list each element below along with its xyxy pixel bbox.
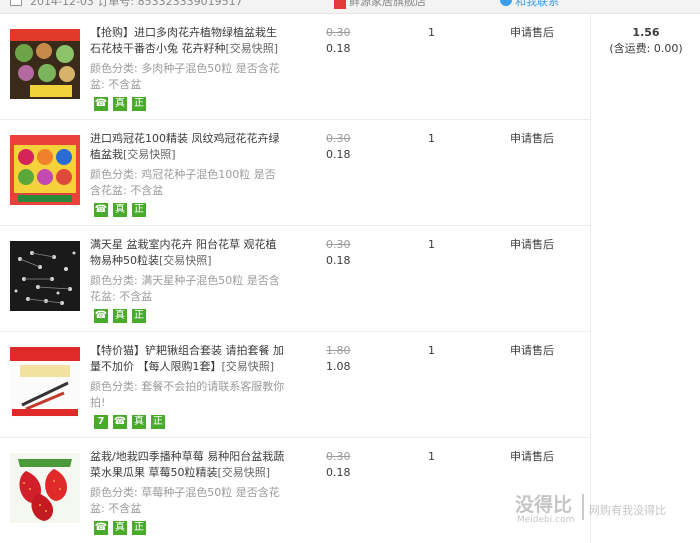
product-title[interactable]: 【抢购】进口多肉花卉植物绿植盆栽生石花枝干番杏小兔 花卉籽种[交易快照] [90, 25, 285, 57]
after-sale-link[interactable]: 申请售后 [510, 25, 554, 41]
contact-seller-link[interactable]: 和我联系 [515, 0, 559, 9]
product-title[interactable]: 进口鸡冠花100精装 凤纹鸡冠花花卉绿植盆栽[交易快照] [90, 131, 285, 163]
snapshot-link[interactable]: [交易快照] [159, 254, 212, 267]
product-title-text[interactable]: 进口鸡冠花100精装 凤纹鸡冠花花卉绿植盆栽 [90, 132, 280, 161]
strawberry-seeds-image[interactable] [10, 453, 80, 523]
order-items-list: 【抢购】进口多肉花卉植物绿植盆栽生石花枝干番杏小兔 花卉籽种[交易快照] 颜色分… [0, 14, 590, 543]
after-sale-link[interactable]: 申请售后 [510, 343, 554, 359]
unit-price: 0.18 [326, 148, 351, 161]
product-attribute: 颜色分类: 草莓种子混色50粒 是否含花盆: 不含盆 [90, 486, 280, 515]
snapshot-link[interactable]: [交易快照] [218, 466, 271, 479]
unit-price: 0.18 [326, 42, 351, 55]
quantity: 1 [428, 344, 435, 357]
order-item-row: 盆栽/地栽四季播种草莓 易种阳台盆栽蔬菜水果瓜果 草莓50粒精装[交易快照] 颜… [0, 438, 590, 543]
order-item-row: 进口鸡冠花100精装 凤纹鸡冠花花卉绿植盆栽[交易快照] 颜色分类: 鸡冠花种子… [0, 120, 590, 226]
quantity: 1 [428, 450, 435, 463]
unit-price: 1.08 [326, 360, 351, 373]
service-icons: ☎ 真正 [94, 203, 151, 217]
snapshot-link[interactable]: [交易快照] [222, 360, 275, 373]
genuine-icon: 真 [113, 203, 127, 217]
celosia-seeds-image[interactable] [10, 135, 80, 205]
authentic-icon: 正 [132, 203, 146, 217]
original-price: 1.80 [326, 344, 351, 357]
service-icons: ☎ 真正 [94, 309, 151, 323]
after-sale-link[interactable]: 申请售后 [510, 131, 554, 147]
garden-tool-set-image[interactable] [10, 347, 80, 417]
phone-service-icon: ☎ [94, 97, 108, 111]
authentic-icon: 正 [132, 521, 146, 535]
order-item-row: 满天星 盆栽室内花卉 阳台花草 观花植物易种50粒装[交易快照] 颜色分类: 满… [0, 226, 590, 332]
genuine-icon: 真 [113, 97, 127, 111]
phone-service-icon: ☎ [113, 415, 127, 429]
succulent-seeds-image[interactable] [10, 29, 80, 99]
original-price: 0.30 [326, 26, 351, 39]
order-total-column: 1.56 (含运费: 0.00) [590, 14, 700, 543]
phone-service-icon: ☎ [94, 203, 108, 217]
product-title[interactable]: 盆栽/地栽四季播种草莓 易种阳台盆栽蔬菜水果瓜果 草莓50粒精装[交易快照] [90, 449, 285, 481]
order-header: 2014-12-03 订单号: 853323339019517 鲜源家居旗舰店 … [0, 0, 700, 14]
phone-service-icon: ☎ [94, 521, 108, 535]
order-item-row: 【特价猫】铲耙锹组合套装 请拍套餐 加量不加价 【每人限购1套】[交易快照] 颜… [0, 332, 590, 438]
shipping-fee: (含运费: 0.00) [609, 42, 683, 55]
quantity: 1 [428, 132, 435, 145]
select-order-checkbox[interactable] [10, 0, 22, 6]
product-attribute: 颜色分类: 鸡冠花种子混色100粒 是否含花盆: 不含盆 [90, 168, 276, 197]
babys-breath-image[interactable] [10, 241, 80, 311]
original-price: 0.30 [326, 132, 351, 145]
order-total: 1.56 [632, 26, 660, 39]
authentic-icon: 正 [132, 309, 146, 323]
watermark-site: Meidebi.com [517, 515, 575, 525]
original-price: 0.30 [326, 450, 351, 463]
order-info: 2014-12-03 订单号: 853323339019517 [30, 0, 243, 8]
store-name-link[interactable]: 鲜源家居旗舰店 [349, 0, 426, 9]
snapshot-link[interactable]: [交易快照] [123, 148, 176, 161]
product-attribute: 颜色分类: 套餐不会拍的请联系客服教你拍! [90, 380, 285, 409]
snapshot-link[interactable]: [交易快照] [226, 42, 279, 55]
product-attribute: 颜色分类: 满天星种子混色50粒 是否含花盆: 不含盆 [90, 274, 280, 303]
unit-price: 0.18 [326, 254, 351, 267]
genuine-icon: 真 [113, 521, 127, 535]
service-icons: ☎ 真正 [94, 521, 151, 535]
watermark-divider [582, 494, 584, 520]
after-sale-link[interactable]: 申请售后 [510, 449, 554, 465]
authentic-icon: 正 [151, 415, 165, 429]
after-sale-link[interactable]: 申请售后 [510, 237, 554, 253]
unit-price: 0.18 [326, 466, 351, 479]
watermark-logo: 没得比 [515, 494, 573, 516]
product-title[interactable]: 满天星 盆栽室内花卉 阳台花草 观花植物易种50粒装[交易快照] [90, 237, 285, 269]
order-item-row: 【抢购】进口多肉花卉植物绿植盆栽生石花枝干番杏小兔 花卉籽种[交易快照] 颜色分… [0, 14, 590, 120]
genuine-icon: 真 [113, 309, 127, 323]
seven-day-return-icon: 7 [94, 415, 108, 429]
tmall-badge-icon [334, 0, 346, 9]
service-icons: ☎ 真正 [94, 97, 151, 111]
product-title[interactable]: 【特价猫】铲耙锹组合套装 请拍套餐 加量不加价 【每人限购1套】[交易快照] [90, 343, 285, 375]
genuine-icon: 真 [132, 415, 146, 429]
product-attribute: 颜色分类: 多肉种子混色50粒 是否含花盆: 不含盆 [90, 62, 280, 91]
quantity: 1 [428, 26, 435, 39]
wangwang-chat-icon[interactable] [500, 0, 512, 6]
quantity: 1 [428, 238, 435, 251]
service-icons: 7 ☎ 真正 [94, 415, 170, 429]
phone-service-icon: ☎ [94, 309, 108, 323]
watermark-slogan: 网购有我没得比 [589, 504, 666, 517]
original-price: 0.30 [326, 238, 351, 251]
authentic-icon: 正 [132, 97, 146, 111]
